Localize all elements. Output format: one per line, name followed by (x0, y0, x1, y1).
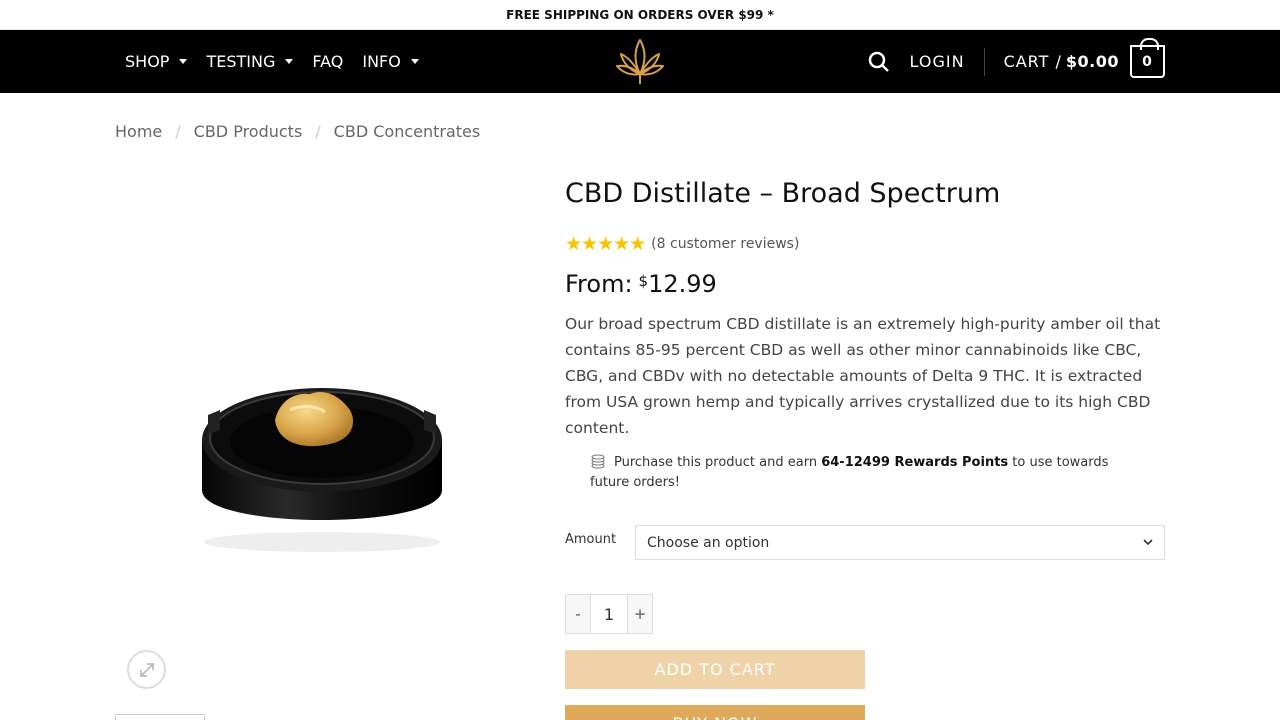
quantity-stepper: - 1 + (565, 594, 653, 634)
quantity-decrease-button[interactable]: - (566, 595, 590, 633)
cart-link[interactable]: CART / $0.00 0 (1003, 38, 1165, 78)
breadcrumb-cbd-concentrates[interactable]: CBD Concentrates (334, 122, 481, 141)
rewards-text-pre: Purchase this product and earn (614, 455, 818, 470)
caret-down-icon (179, 59, 188, 64)
zoom-button[interactable] (127, 650, 166, 689)
header-actions: LOGIN CART / $0.00 0 (868, 30, 1165, 93)
price-currency: $ (638, 272, 649, 290)
chevron-down-icon (1143, 539, 1153, 546)
cart-label: CART / (1003, 52, 1062, 71)
reviews-link[interactable]: (8 customer reviews) (651, 236, 799, 252)
breadcrumb-separator: / (315, 122, 321, 141)
breadcrumb: Home / CBD Products / CBD Concentrates (115, 122, 480, 141)
add-to-cart-button[interactable]: ADD TO CART (565, 650, 865, 689)
breadcrumb-separator: / (175, 122, 181, 141)
coins-icon (591, 454, 605, 469)
nav-item-label: SHOP (125, 52, 170, 71)
quantity-input[interactable]: 1 (590, 595, 628, 633)
nav-item-label: TESTING (206, 52, 276, 71)
product-description: Our broad spectrum CBD distillate is an … (565, 315, 1161, 437)
promo-bar: FREE SHIPPING ON ORDERS OVER $99 * (0, 0, 1280, 30)
nav-item-testing[interactable]: TESTING (206, 52, 294, 71)
quantity-increase-button[interactable]: + (628, 595, 652, 633)
product-rating: ★★★★★ (8 customer reviews) (565, 233, 799, 255)
rewards-points: 64-12499 Rewards Points (821, 455, 1009, 470)
nav-item-label: FAQ (312, 52, 344, 71)
price-prefix: From: (565, 270, 633, 298)
nav-item-label: INFO (362, 52, 401, 71)
amount-select-value: Choose an option (647, 534, 770, 551)
product-title: CBD Distillate – Broad Spectrum (565, 178, 1001, 209)
caret-down-icon (285, 59, 294, 64)
cannabis-leaf-icon[interactable] (612, 37, 668, 87)
amount-select[interactable]: Choose an option (635, 525, 1165, 560)
primary-nav: SHOP TESTING FAQ INFO (125, 30, 438, 93)
price-value: 12.99 (648, 270, 717, 298)
login-link[interactable]: LOGIN (910, 52, 965, 71)
rewards-message: Purchase this product and earn 64-12499 … (590, 453, 1150, 493)
cart-bag-icon: 0 (1130, 38, 1165, 78)
expand-icon (139, 662, 154, 677)
nav-item-faq[interactable]: FAQ (312, 52, 343, 71)
main-header: SHOP TESTING FAQ INFO LOGIN CART / $0.00… (0, 30, 1280, 93)
caret-down-icon (410, 59, 419, 64)
promo-text: FREE SHIPPING ON ORDERS OVER $99 * (506, 7, 774, 22)
cart-count: 0 (1142, 53, 1153, 70)
product-image[interactable] (190, 320, 470, 560)
amount-label: Amount (565, 532, 617, 547)
breadcrumb-home[interactable]: Home (115, 122, 162, 141)
nav-item-shop[interactable]: SHOP (125, 52, 188, 71)
star-rating-icon: ★★★★★ (565, 233, 646, 255)
breadcrumb-cbd-products[interactable]: CBD Products (194, 122, 303, 141)
gallery-thumbnail[interactable] (115, 714, 205, 720)
search-icon[interactable] (868, 51, 890, 73)
cart-amount: $0.00 (1065, 52, 1119, 71)
buy-now-button[interactable]: BUY NOW (565, 705, 865, 720)
product-price: From: $12.99 (565, 270, 717, 298)
nav-item-info[interactable]: INFO (362, 52, 419, 71)
header-divider (983, 47, 985, 76)
